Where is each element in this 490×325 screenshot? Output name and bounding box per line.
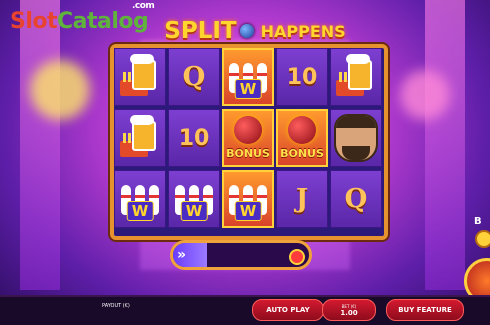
bonus-symbol: BONUS [278, 112, 326, 164]
letter-symbol: Q [182, 62, 206, 92]
spin-side-label: B [474, 216, 482, 227]
watermark-com: .com [131, 1, 155, 11]
bg-pillar-left [20, 0, 60, 290]
ten-symbol: 10 [286, 64, 318, 90]
wild-badge: W [126, 201, 154, 221]
beer-fries-icon [334, 54, 378, 100]
wild-badge: W [234, 201, 262, 221]
letter-symbol: J [295, 184, 309, 214]
wild-badge: W [234, 79, 262, 99]
buy-feature-button[interactable]: BUY FEATURE [386, 299, 464, 321]
bg-pillar-right [425, 0, 465, 290]
bowling-pins-icon: W [225, 53, 271, 101]
bonus-label: BONUS [280, 147, 324, 160]
bg-light [400, 70, 450, 120]
bowling-pins-icon: W [171, 175, 217, 223]
reel-cell: W [168, 170, 220, 228]
bowling-ball-icon [239, 24, 254, 38]
progress-arrow-icon: » [177, 247, 187, 263]
letter-symbol: Q [344, 184, 368, 214]
reel-cell: BONUS [276, 109, 328, 167]
bet-button[interactable]: BET (€) 1.00 [322, 299, 376, 321]
reel-cell: W [222, 170, 274, 228]
reel-cell: Q [168, 48, 220, 106]
reel-cell: Q [330, 170, 382, 228]
ten-symbol: 10 [178, 125, 210, 151]
payout-label: PAYOUT (€) [102, 303, 130, 309]
beer-fries-icon [118, 115, 162, 161]
logo-word-happens: HAPPENS [260, 21, 346, 41]
reel-cell: 10 [276, 48, 328, 106]
bowling-pins-icon: W [117, 175, 163, 223]
bowling-pins-icon: W [225, 175, 271, 223]
reel-cell: J [276, 170, 328, 228]
reel-grid: Q W 10 10 BONUS BONUS W W W J Q [114, 48, 382, 230]
turbo-toggle[interactable] [475, 230, 490, 248]
bet-value: 1.00 [340, 308, 358, 317]
reel-cell: 10 [168, 109, 220, 167]
bowler-portrait-icon [334, 114, 378, 162]
reel-cell [114, 109, 166, 167]
watermark-slot: Slot [10, 9, 58, 34]
reel-cell [114, 48, 166, 106]
logo-word-split: SPLIT [164, 18, 237, 44]
bowling-ball-icon [234, 116, 262, 144]
beer-fries-icon [118, 54, 162, 100]
wild-badge: W [180, 201, 208, 221]
reel-cell [330, 109, 382, 167]
reel-cell: W [222, 48, 274, 106]
bonus-label: BONUS [226, 147, 270, 160]
progress-knob [289, 249, 305, 265]
watermark-catalog: Catalog [57, 9, 149, 34]
auto-play-button[interactable]: AUTO PLAY [252, 299, 324, 321]
reel-cell [330, 48, 382, 106]
game-logo: SPLIT HAPPENS [150, 15, 360, 47]
reel-cell: BONUS [222, 109, 274, 167]
bonus-progress-bar: » [170, 240, 312, 270]
bowling-ball-icon [288, 116, 316, 144]
reel-cell: W [114, 170, 166, 228]
watermark: SlotCatalog .com [10, 1, 155, 34]
bonus-symbol: BONUS [224, 112, 272, 164]
bg-light [30, 60, 90, 120]
